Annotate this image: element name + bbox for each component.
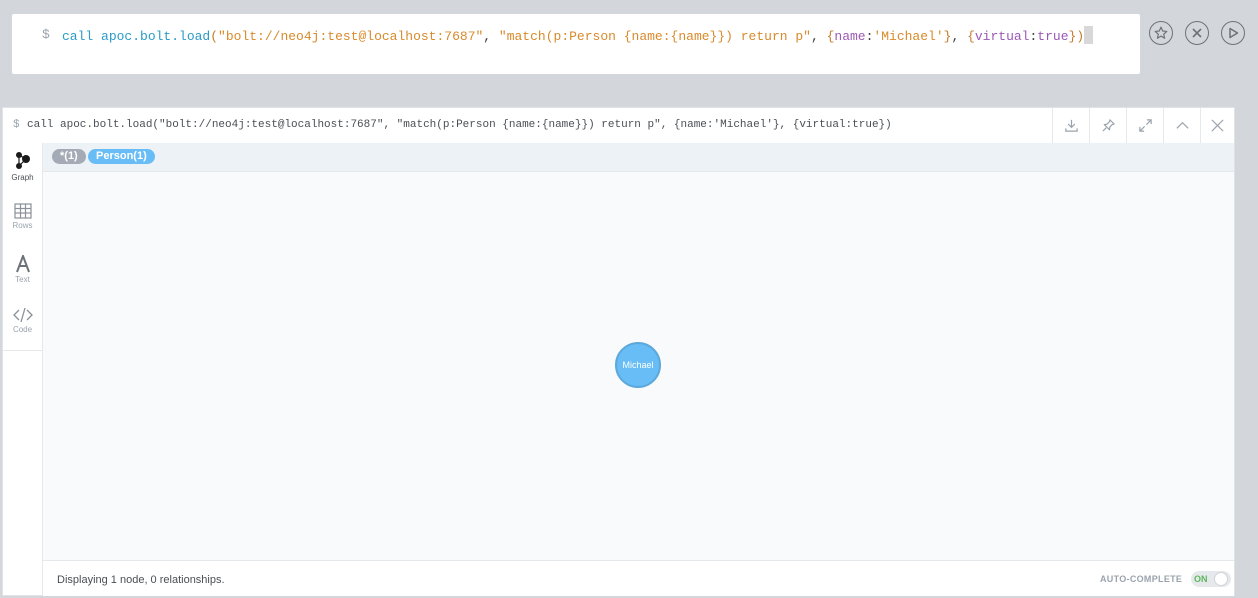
code-token: 'Michael' xyxy=(873,29,944,44)
sidebar-item-label: Code xyxy=(12,325,33,334)
code-token: virtual xyxy=(974,29,1030,44)
close-circle-icon xyxy=(1192,28,1202,38)
expand-icon xyxy=(1138,119,1152,132)
code-token: true xyxy=(1037,29,1069,44)
toggle-knob xyxy=(1214,572,1228,586)
collapse-button[interactable] xyxy=(1163,108,1200,143)
graph-node[interactable]: Michael xyxy=(615,342,661,388)
code-token: call xyxy=(62,29,102,44)
sidebar-item-text[interactable]: Text xyxy=(3,255,42,307)
autocomplete-toggle[interactable]: ON xyxy=(1191,571,1231,587)
code-token: , xyxy=(810,29,827,44)
code-token: "bolt://neo4j:test@localhost:7687" xyxy=(218,29,484,44)
result-frame: $ call apoc.bolt.load("bolt://neo4j:test… xyxy=(2,107,1235,596)
sidebar-item-label: Rows xyxy=(12,221,33,230)
sidebar-item-label: Text xyxy=(15,275,30,284)
play-icon xyxy=(1229,27,1239,39)
sidebar-item-graph[interactable]: Graph xyxy=(3,151,42,203)
legend-person-pill[interactable]: Person(1) xyxy=(88,149,155,164)
sidebar-divider xyxy=(3,350,42,351)
download-button[interactable] xyxy=(1052,108,1089,143)
code-token: name xyxy=(834,29,866,44)
run-button[interactable] xyxy=(1221,21,1245,45)
toggle-state: ON xyxy=(1194,574,1208,584)
code-icon xyxy=(12,307,33,323)
code-token: { xyxy=(967,29,975,44)
collapse-icon xyxy=(1175,121,1189,129)
code-token: apoc.bolt.load xyxy=(101,29,211,44)
fullscreen-button[interactable] xyxy=(1126,108,1163,143)
code-token: ) xyxy=(1076,29,1085,44)
star-icon xyxy=(1154,26,1168,39)
favorite-button[interactable] xyxy=(1149,21,1173,45)
close-icon xyxy=(1211,119,1224,132)
graph-canvas[interactable]: Michael xyxy=(43,172,1234,560)
clear-button[interactable] xyxy=(1185,21,1209,45)
pin-button[interactable] xyxy=(1089,108,1126,143)
code-token: "match(p:Person {name:{name}}) return p" xyxy=(498,29,811,44)
editor-code[interactable]: call apoc.bolt.load("bolt://neo4j:test@l… xyxy=(62,26,1122,47)
frame-header: $ call apoc.bolt.load("bolt://neo4j:test… xyxy=(3,108,1234,144)
code-token: ( xyxy=(210,29,219,44)
code-token: , xyxy=(483,29,499,44)
frame-query-text[interactable]: call apoc.bolt.load("bolt://neo4j:test@l… xyxy=(27,119,892,131)
pin-icon xyxy=(1101,119,1115,132)
status-text: Displaying 1 node, 0 relationships. xyxy=(57,574,225,586)
frame-prompt: $ xyxy=(13,119,20,131)
table-icon xyxy=(13,203,32,219)
close-frame-button[interactable] xyxy=(1200,108,1234,143)
legend-bar: *(1) Person(1) xyxy=(43,143,1234,172)
code-token: , xyxy=(951,29,968,44)
editor-prompt: $ xyxy=(42,27,50,42)
download-icon xyxy=(1064,119,1078,132)
sidebar-item-label: Graph xyxy=(11,173,34,182)
sidebar-item-code[interactable]: Code xyxy=(3,307,42,359)
view-sidebar: Graph Rows Text Code xyxy=(3,143,43,595)
text-icon xyxy=(15,255,30,273)
status-bar: Displaying 1 node, 0 relationships. AUTO… xyxy=(43,560,1234,596)
sidebar-item-rows[interactable]: Rows xyxy=(3,203,42,255)
query-editor[interactable]: $ call apoc.bolt.load("bolt://neo4j:test… xyxy=(12,14,1140,74)
text-cursor xyxy=(1084,26,1094,44)
editor-area: $ call apoc.bolt.load("bolt://neo4j:test… xyxy=(0,0,1258,88)
graph-icon xyxy=(15,152,30,169)
autocomplete-label: AUTO-COMPLETE xyxy=(1100,574,1183,584)
legend-all-pill[interactable]: *(1) xyxy=(52,149,86,164)
